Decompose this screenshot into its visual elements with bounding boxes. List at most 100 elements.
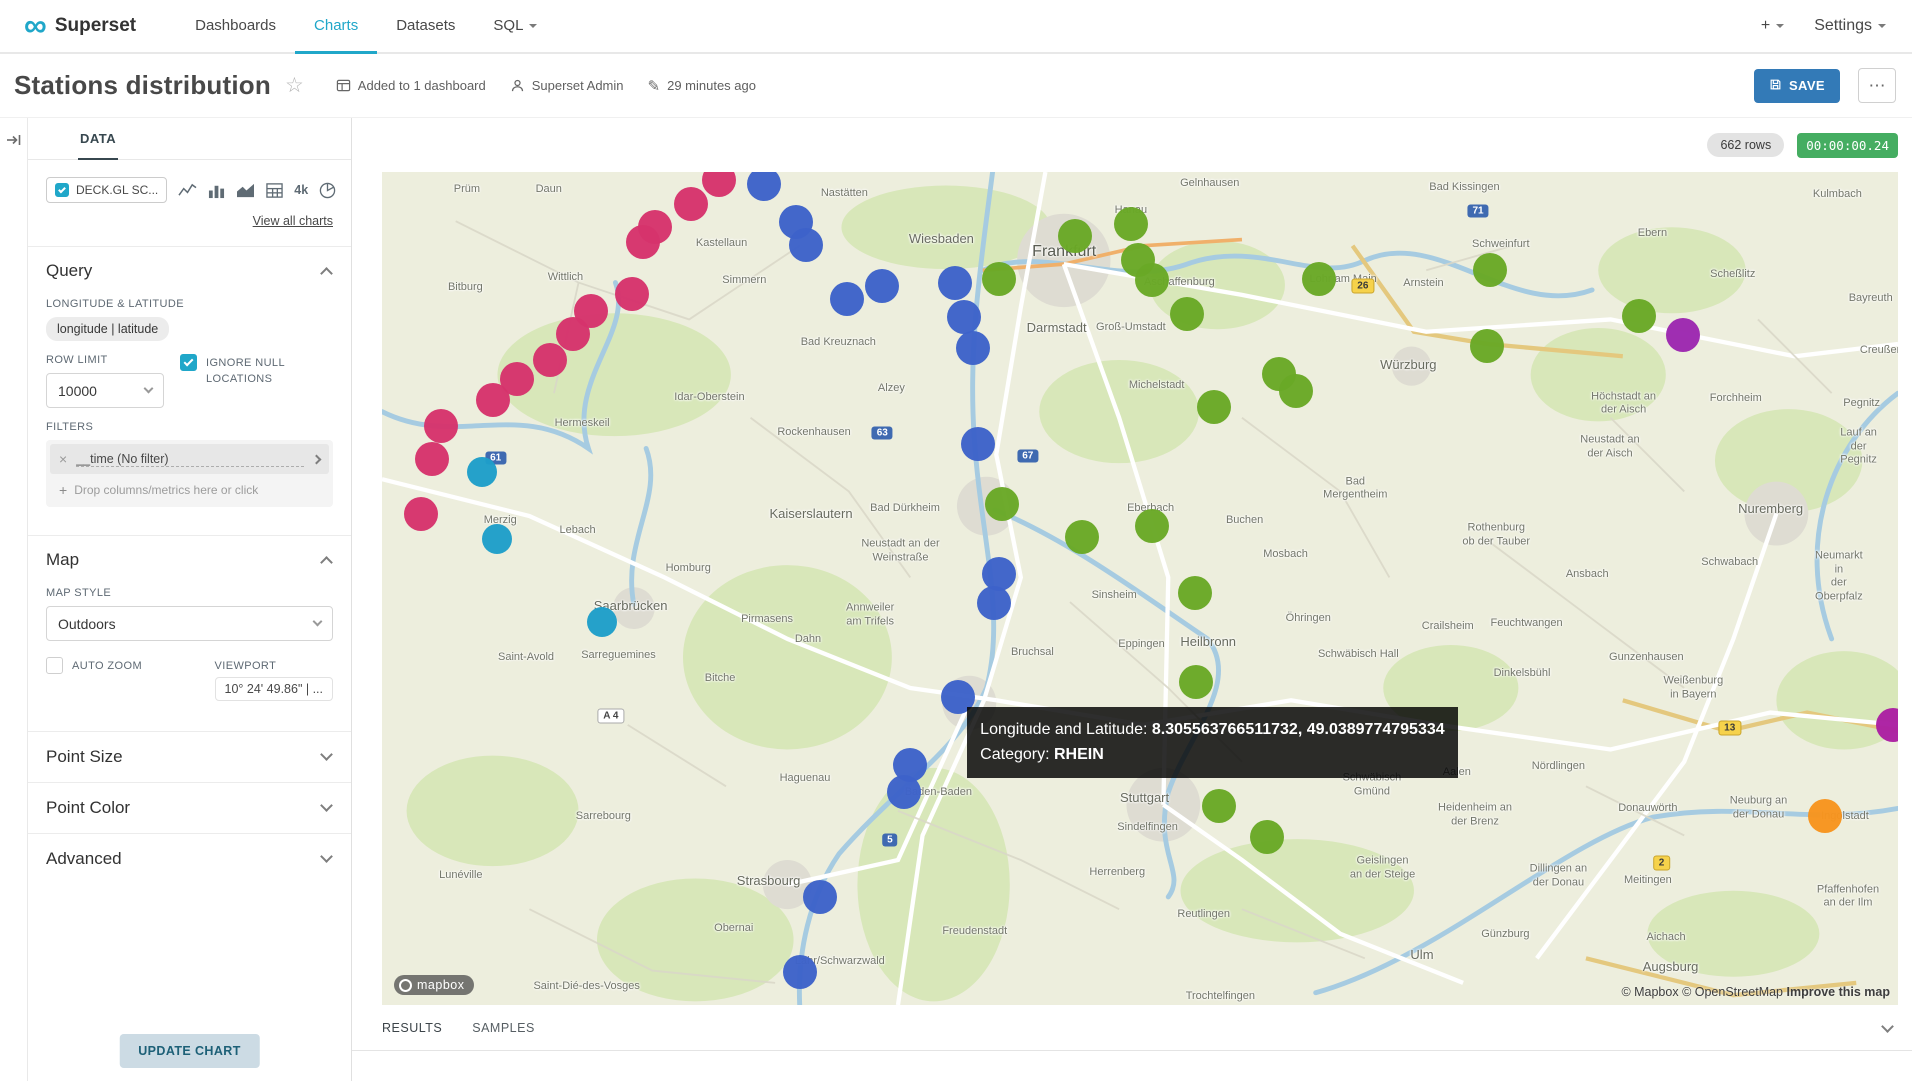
- nav-item-charts[interactable]: Charts: [295, 0, 377, 54]
- chevron-up-icon: [320, 556, 333, 569]
- plus-icon: +: [59, 482, 67, 498]
- filter-time-pill[interactable]: × __time (No filter): [50, 444, 329, 474]
- map-point[interactable]: [482, 524, 512, 554]
- map-point[interactable]: [803, 880, 837, 914]
- nav-item-dashboards[interactable]: Dashboards: [176, 0, 295, 54]
- map-point[interactable]: [626, 225, 660, 259]
- remove-filter-icon[interactable]: ×: [59, 451, 67, 467]
- map-point[interactable]: [982, 262, 1016, 296]
- advanced-section-header[interactable]: Advanced: [28, 833, 351, 884]
- map-style-select[interactable]: Outdoors: [46, 606, 333, 641]
- area-chart-icon[interactable]: [236, 182, 255, 199]
- map-point[interactable]: [947, 300, 981, 334]
- deckgl-map[interactable]: PrümDaunNastättenGelnhausenBad Kissingen…: [382, 172, 1898, 1005]
- map-point[interactable]: [615, 277, 649, 311]
- line-chart-icon[interactable]: [178, 182, 197, 199]
- new-menu-button[interactable]: +: [1761, 17, 1784, 35]
- map-point[interactable]: [1178, 576, 1212, 610]
- map-point[interactable]: [938, 266, 972, 300]
- favorite-star-icon[interactable]: ☆: [285, 73, 304, 98]
- map-point[interactable]: [702, 172, 736, 197]
- map-point[interactable]: [1876, 708, 1898, 742]
- map-point[interactable]: [1197, 390, 1231, 424]
- mapbox-attribution-link[interactable]: © Mapbox: [1621, 985, 1678, 999]
- map-point[interactable]: [865, 269, 899, 303]
- map-point[interactable]: [830, 282, 864, 316]
- last-modified[interactable]: ✎ 29 minutes ago: [648, 77, 756, 95]
- map-point[interactable]: [1114, 207, 1148, 241]
- map-point[interactable]: [956, 331, 990, 365]
- improve-map-link[interactable]: Improve this map: [1787, 985, 1891, 999]
- map-section-header[interactable]: Map: [46, 536, 333, 574]
- map-point[interactable]: [1808, 799, 1842, 833]
- map-tooltip: Longitude and Latitude: 8.30556376651173…: [967, 707, 1457, 778]
- update-chart-button[interactable]: UPDATE CHART: [119, 1034, 259, 1068]
- map-point[interactable]: [533, 343, 567, 377]
- settings-menu-button[interactable]: Settings: [1814, 17, 1886, 35]
- map-point[interactable]: [1470, 329, 1504, 363]
- tab-data[interactable]: DATA: [78, 118, 118, 160]
- point-size-section-header[interactable]: Point Size: [28, 731, 351, 782]
- ignore-null-label: IGNORE NULL LOCATIONS: [206, 354, 316, 388]
- chevron-down-icon: [320, 800, 333, 813]
- map-point[interactable]: [1065, 520, 1099, 554]
- collapse-results-icon[interactable]: [1881, 1020, 1894, 1033]
- map-point[interactable]: [424, 409, 458, 443]
- lonlat-value-pill[interactable]: longitude | latitude: [46, 317, 169, 341]
- map-point[interactable]: [783, 955, 817, 989]
- bar-chart-icon[interactable]: [208, 182, 225, 199]
- ignore-null-checkbox[interactable]: [180, 354, 197, 371]
- view-all-charts-link[interactable]: View all charts: [253, 214, 333, 228]
- map-point[interactable]: [1279, 374, 1313, 408]
- tab-samples[interactable]: SAMPLES: [472, 1021, 535, 1035]
- viewport-value[interactable]: 10° 24' 49.86" | ...: [215, 677, 333, 701]
- map-point[interactable]: [747, 172, 781, 201]
- big-number-icon[interactable]: 4k: [294, 183, 308, 197]
- auto-zoom-checkbox[interactable]: [46, 657, 63, 674]
- datasource-collapse-strip: [0, 118, 28, 1081]
- map-point[interactable]: [415, 442, 449, 476]
- map-point[interactable]: [467, 457, 497, 487]
- map-point[interactable]: [1473, 253, 1507, 287]
- viz-type-selected[interactable]: DECK.GL SC...: [46, 177, 167, 203]
- nav-item-datasets[interactable]: Datasets: [377, 0, 474, 54]
- superset-logo[interactable]: ∞ Superset: [24, 0, 136, 52]
- tab-results[interactable]: RESULTS: [382, 1021, 442, 1035]
- save-button[interactable]: SAVE: [1754, 69, 1840, 103]
- map-point[interactable]: [977, 586, 1011, 620]
- map-point[interactable]: [1179, 665, 1213, 699]
- map-point[interactable]: [887, 775, 921, 809]
- table-icon[interactable]: [266, 182, 283, 199]
- map-point[interactable]: [1666, 318, 1700, 352]
- map-point[interactable]: [587, 607, 617, 637]
- point-color-section-header[interactable]: Point Color: [28, 782, 351, 833]
- map-point[interactable]: [1170, 297, 1204, 331]
- pie-chart-icon[interactable]: [319, 182, 336, 199]
- expand-panel-icon[interactable]: [6, 132, 22, 1081]
- map-point[interactable]: [985, 487, 1019, 521]
- mapbox-logo[interactable]: mapbox: [394, 975, 474, 995]
- map-point[interactable]: [1302, 262, 1336, 296]
- map-point[interactable]: [674, 187, 708, 221]
- map-point[interactable]: [982, 557, 1016, 591]
- row-limit-select[interactable]: 10000: [46, 373, 164, 408]
- map-section: Map MAP STYLE Outdoors AUTO ZOOM: [28, 535, 351, 717]
- more-options-button[interactable]: ⋯: [1858, 68, 1896, 103]
- map-point[interactable]: [1058, 219, 1092, 253]
- filter-drop-zone[interactable]: + Drop columns/metrics here or click: [50, 474, 329, 503]
- map-point[interactable]: [789, 228, 823, 262]
- map-point[interactable]: [1135, 509, 1169, 543]
- mapbox-logo-icon: [399, 979, 412, 992]
- map-point[interactable]: [1250, 820, 1284, 854]
- map-point[interactable]: [1202, 789, 1236, 823]
- map-point[interactable]: [476, 383, 510, 417]
- map-point[interactable]: [1622, 299, 1656, 333]
- query-section-header[interactable]: Query: [46, 247, 333, 285]
- dashboard-count-badge[interactable]: Added to 1 dashboard: [336, 78, 486, 93]
- osm-attribution-link[interactable]: © OpenStreetMap: [1682, 985, 1783, 999]
- map-point[interactable]: [404, 497, 438, 531]
- map-point[interactable]: [1135, 263, 1169, 297]
- nav-item-sql[interactable]: SQL: [474, 0, 556, 54]
- map-point[interactable]: [961, 427, 995, 461]
- filters-label: FILTERS: [46, 421, 333, 433]
